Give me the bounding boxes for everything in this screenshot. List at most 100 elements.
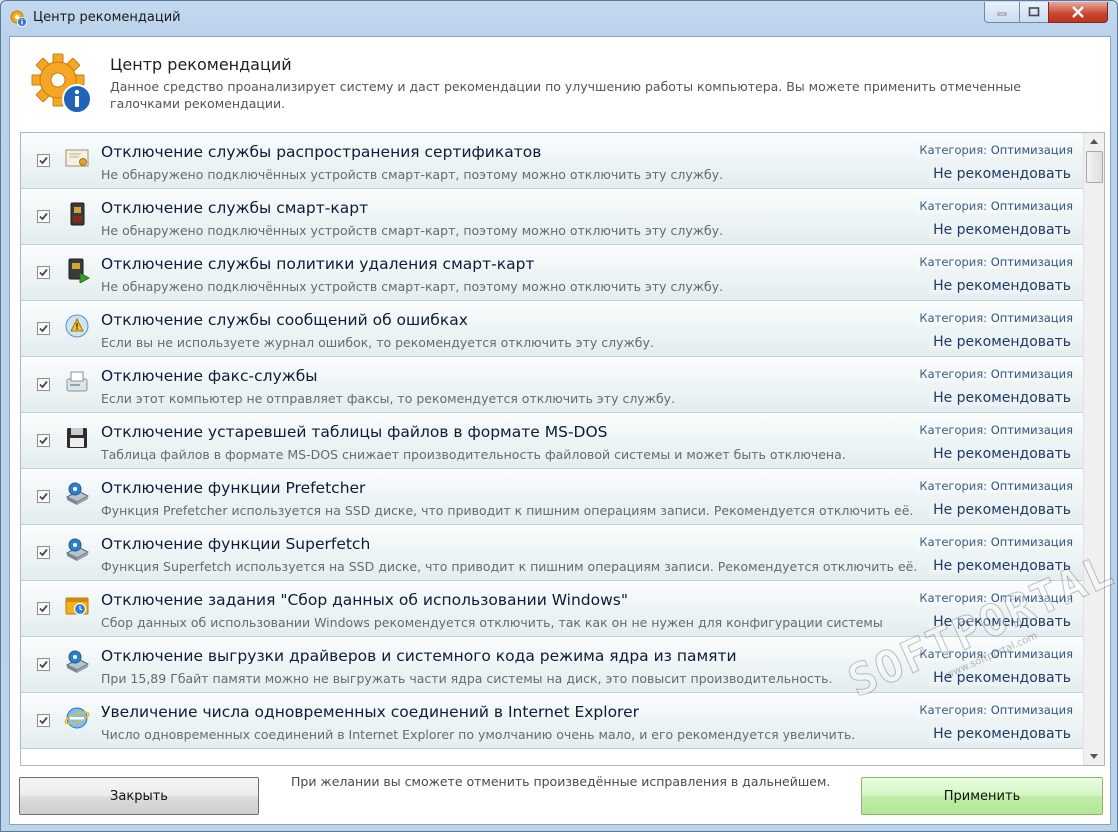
scroll-up-button[interactable] <box>1084 133 1104 150</box>
close-window-button[interactable] <box>1048 2 1108 23</box>
category-label: Категория: <box>919 647 988 661</box>
recommendation-row[interactable]: Отключение задания "Сбор данных об испол… <box>21 581 1083 637</box>
category-label: Категория: <box>919 535 988 549</box>
title-bar[interactable]: Центр рекомендаций <box>1 1 1117 35</box>
recommendation-row[interactable]: Отключение факс-службы Если этот компьюте… <box>21 357 1083 413</box>
recommendation-row[interactable]: Отключение службы политики удаления смар… <box>21 245 1083 301</box>
recommendation-row[interactable]: Отключение устаревшей таблицы файлов в ф… <box>21 413 1083 469</box>
recommendation-checkbox[interactable] <box>37 322 50 335</box>
category-value: Оптимизация <box>990 535 1073 549</box>
not-recommend-link[interactable]: Не рекомендовать <box>929 334 1071 350</box>
category-value: Оптимизация <box>990 255 1073 269</box>
recommendation-row[interactable]: Отключение службы распространения сертиф… <box>21 133 1083 189</box>
recommendations-window: Центр рекомендаций Центр рекомендаций Да… <box>0 0 1118 832</box>
footer-note: При желании вы сможете отменить произвед… <box>291 774 831 789</box>
floppy-disk-icon <box>67 428 87 448</box>
category-label: Категория: <box>919 367 988 381</box>
category-value: Оптимизация <box>990 591 1073 605</box>
recommendations-list[interactable]: Отключение службы распространения сертиф… <box>20 132 1105 766</box>
recommendation-checkbox[interactable] <box>37 546 50 559</box>
recommendation-category: Категория: Оптимизация <box>915 479 1073 493</box>
not-recommend-link[interactable]: Не рекомендовать <box>929 166 1071 182</box>
recommendation-description: Не обнаружено подключённых устройств сма… <box>101 167 724 182</box>
close-icon <box>1072 6 1084 18</box>
scroll-down-button[interactable] <box>1084 748 1104 765</box>
category-value: Оптимизация <box>990 199 1073 213</box>
client-area: Центр рекомендаций Данное средство проан… <box>9 36 1111 825</box>
checkmark-icon <box>39 268 48 277</box>
category-label: Категория: <box>919 703 988 717</box>
not-recommend-link[interactable]: Не рекомендовать <box>929 222 1071 238</box>
category-value: Оптимизация <box>990 367 1073 381</box>
recommendation-checkbox[interactable] <box>37 714 50 727</box>
recommendation-category: Категория: Оптимизация <box>915 199 1073 213</box>
recommendation-title: Отключение функции Superfetch <box>101 535 371 553</box>
category-value: Оптимизация <box>990 311 1073 325</box>
not-recommend-link[interactable]: Не рекомендовать <box>929 502 1071 518</box>
recommendation-category: Категория: Оптимизация <box>915 591 1073 605</box>
recommendation-title: Отключение устаревшей таблицы файлов в ф… <box>101 423 608 441</box>
category-value: Оптимизация <box>990 703 1073 717</box>
maximize-button[interactable] <box>1019 2 1049 23</box>
not-recommend-link[interactable]: Не рекомендовать <box>929 614 1071 630</box>
header: Центр рекомендаций Данное средство проан… <box>10 37 1110 132</box>
minimize-button[interactable] <box>984 2 1020 23</box>
not-recommend-link[interactable]: Не рекомендовать <box>929 390 1071 406</box>
footer: Закрыть При желании вы сможете отменить … <box>10 765 1110 824</box>
recommendation-description: Функция Superfetch используется на SSD д… <box>101 559 918 574</box>
recommendation-title: Отключение службы политики удаления смар… <box>101 255 535 273</box>
close-button[interactable]: Закрыть <box>19 777 259 815</box>
category-label: Категория: <box>919 143 988 157</box>
recommendation-row[interactable]: Отключение выгрузки драйверов и системно… <box>21 637 1083 693</box>
recommendation-checkbox[interactable] <box>37 434 50 447</box>
page-description: Данное средство проанализирует систему и… <box>110 79 1021 111</box>
scroll-thumb[interactable] <box>1086 151 1103 183</box>
vertical-scrollbar[interactable] <box>1083 133 1104 765</box>
recommendation-category: Категория: Оптимизация <box>915 703 1073 717</box>
recommendation-checkbox[interactable] <box>37 602 50 615</box>
disk-settings-icon <box>65 482 90 505</box>
recommendations-rows: Отключение службы распространения сертиф… <box>21 133 1083 749</box>
scroll-up-icon <box>1090 139 1098 144</box>
category-label: Категория: <box>919 423 988 437</box>
apply-button[interactable]: Применить <box>861 777 1103 815</box>
not-recommend-link[interactable]: Не рекомендовать <box>929 278 1071 294</box>
recommendation-description: Если вы не используете журнал ошибок, то… <box>101 335 654 350</box>
category-value: Оптимизация <box>990 479 1073 493</box>
window-title: Центр рекомендаций <box>33 10 181 25</box>
recommendation-row[interactable]: Отключение функции Prefetcher Функция Pre… <box>21 469 1083 525</box>
checkmark-icon <box>39 492 48 501</box>
category-value: Оптимизация <box>990 423 1073 437</box>
smart-card-removal-icon <box>68 258 90 283</box>
recommendation-checkbox[interactable] <box>37 378 50 391</box>
not-recommend-link[interactable]: Не рекомендовать <box>929 726 1071 742</box>
recommendation-checkbox[interactable] <box>37 266 50 279</box>
not-recommend-link[interactable]: Не рекомендовать <box>929 446 1071 462</box>
category-label: Категория: <box>919 479 988 493</box>
recommendation-checkbox[interactable] <box>37 490 50 503</box>
recommendation-title: Отключение факс-службы <box>101 367 318 385</box>
recommendation-row[interactable]: Отключение функции Superfetch Функция Sup… <box>21 525 1083 581</box>
checkmark-icon <box>39 324 48 333</box>
checkmark-icon <box>39 212 48 221</box>
page-title: Центр рекомендаций <box>110 55 292 74</box>
checkmark-icon <box>39 716 48 725</box>
recommendation-checkbox[interactable] <box>37 210 50 223</box>
recommendation-category: Категория: Оптимизация <box>915 535 1073 549</box>
recommendation-row[interactable]: Отключение службы смарт-карт Не обнаружен… <box>21 189 1083 245</box>
recommendation-description: Таблица файлов в формате MS-DOS снижает … <box>101 447 846 462</box>
certificate-icon <box>65 149 89 167</box>
category-label: Категория: <box>919 199 988 213</box>
recommendation-category: Категория: Оптимизация <box>915 143 1073 157</box>
scheduled-task-icon <box>65 597 89 616</box>
recommendation-checkbox[interactable] <box>37 154 50 167</box>
recommendation-checkbox[interactable] <box>37 658 50 671</box>
recommendation-row[interactable]: Отключение службы сообщений об ошибках Ес… <box>21 301 1083 357</box>
not-recommend-link[interactable]: Не рекомендовать <box>929 558 1071 574</box>
minimize-icon <box>997 12 1007 16</box>
disk-settings-icon <box>65 650 90 673</box>
not-recommend-link[interactable]: Не рекомендовать <box>929 670 1071 686</box>
checkmark-icon <box>39 604 48 613</box>
recommendation-category: Категория: Оптимизация <box>915 367 1073 381</box>
recommendation-row[interactable]: Увеличение числа одновременных соединени… <box>21 693 1083 749</box>
